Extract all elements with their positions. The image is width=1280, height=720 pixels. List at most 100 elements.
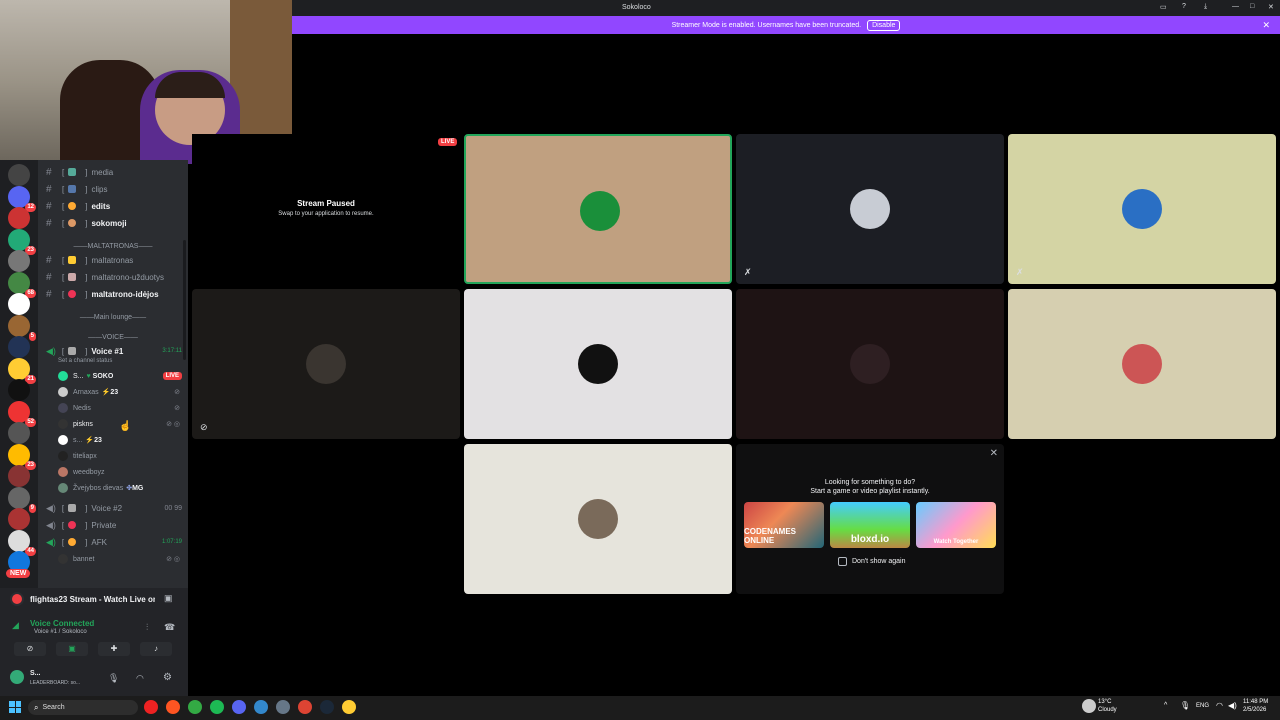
channel-edits[interactable]: #[] edits xyxy=(38,198,188,214)
maximize-icon[interactable]: □ xyxy=(1250,3,1254,10)
voice-channel-label[interactable]: Voice #1 / Sokoloco xyxy=(34,629,87,635)
server-icon[interactable] xyxy=(8,250,30,272)
channel-media[interactable]: #[] media xyxy=(38,164,188,180)
windows-start-icon[interactable] xyxy=(9,701,21,713)
scrollbar[interactable] xyxy=(183,240,186,360)
voice-user[interactable]: bannet ⊘ ◎ xyxy=(58,551,186,567)
help-icon[interactable]: ? xyxy=(1182,3,1186,10)
server-icon[interactable]: 21 xyxy=(8,357,36,384)
voice-channel-1[interactable]: ◀)[] Voice #1 3:17:11 xyxy=(38,343,188,359)
minimize-icon[interactable]: — xyxy=(1232,3,1239,10)
channel-maltatrono-uzduotys[interactable]: #[] maltatrono-užduotys xyxy=(38,269,188,285)
server-icon[interactable] xyxy=(8,164,30,186)
server-icon[interactable]: 9 xyxy=(8,486,36,513)
disconnect-icon[interactable]: ☎ xyxy=(164,622,175,633)
brave-icon[interactable] xyxy=(166,700,180,714)
channel-clips[interactable]: #[] clips xyxy=(38,181,188,197)
server-icon[interactable] xyxy=(8,465,30,487)
screen-share-button[interactable]: ▣ xyxy=(56,642,88,656)
participant-tile[interactable] xyxy=(464,289,732,439)
dont-show-checkbox[interactable] xyxy=(838,557,847,566)
signal-icon[interactable]: ◢ xyxy=(12,620,19,631)
voice-channel-afk[interactable]: ◀)[] AFK 1:07:19 xyxy=(38,534,188,550)
settings-icon[interactable]: ⚙ xyxy=(163,672,172,683)
server-icon[interactable] xyxy=(8,336,30,358)
channel-maltatronas[interactable]: #[] maltatronas xyxy=(38,252,188,268)
voice-channel-2[interactable]: ◀)[] Voice #2 00 99 xyxy=(38,500,188,516)
voice-user[interactable]: Žvejybos dievas ✤ MG xyxy=(58,480,186,496)
server-icon[interactable] xyxy=(8,508,30,530)
server-icon[interactable]: 12 xyxy=(8,185,36,212)
voice-user[interactable]: S... ♥ SOKO LIVE xyxy=(58,368,186,384)
cloudy-weather-icon[interactable] xyxy=(1082,699,1096,713)
opera-icon[interactable] xyxy=(144,700,158,714)
category-main-lounge[interactable]: —— Main lounge —— xyxy=(38,309,188,325)
chrome-icon[interactable] xyxy=(298,700,312,714)
participant-tile[interactable] xyxy=(464,134,732,284)
participant-tile[interactable] xyxy=(736,289,1004,439)
channel-status[interactable]: Set a channel status xyxy=(58,358,112,364)
game-watch-together[interactable]: Watch Together xyxy=(916,502,996,548)
server-icon[interactable]: 23 xyxy=(8,443,36,470)
notes-icon[interactable] xyxy=(342,700,356,714)
discord-icon[interactable] xyxy=(232,700,246,714)
participant-tile[interactable]: ✗ xyxy=(1008,134,1276,284)
language-indicator[interactable]: ENG xyxy=(1196,703,1209,709)
participant-tile[interactable] xyxy=(1008,289,1276,439)
edge-icon[interactable] xyxy=(254,700,268,714)
activities-button[interactable]: ✚ xyxy=(98,642,130,656)
server-icon[interactable] xyxy=(8,379,30,401)
inbox-icon[interactable]: ▭ xyxy=(1160,3,1167,11)
volume-icon[interactable]: ◀) xyxy=(1228,701,1237,710)
disable-button[interactable]: Disable xyxy=(867,19,901,31)
server-icon[interactable]: 23 xyxy=(8,228,36,255)
channel-sokomoji[interactable]: #[] sokomoji xyxy=(38,215,188,231)
user-avatar[interactable] xyxy=(10,670,24,684)
participant-tile[interactable] xyxy=(464,444,732,594)
microphone-icon[interactable]: 🎙 xyxy=(1180,701,1190,710)
close-icon[interactable]: ✕ xyxy=(1268,3,1274,11)
banner-close-icon[interactable]: ✕ xyxy=(1262,20,1270,31)
clock-date[interactable]: 2/5/2026 xyxy=(1243,707,1266,713)
game-bloxd[interactable]: bloxd.io xyxy=(830,502,910,548)
stream-paused-tile[interactable]: LIVE Stream Paused Swap to your applicat… xyxy=(192,134,460,284)
stream-title[interactable]: flightas23 Stream - Watch Live on ... xyxy=(30,595,155,604)
server-icon[interactable] xyxy=(8,207,30,229)
chrome-icon[interactable] xyxy=(188,700,202,714)
voice-user[interactable]: Nedis ⊘ xyxy=(58,400,186,416)
game-codenames[interactable]: CODENAMES ONLINE xyxy=(744,502,824,548)
steam-icon[interactable] xyxy=(320,700,334,714)
clock-time[interactable]: 11:48 PM xyxy=(1243,699,1268,705)
close-icon[interactable]: ✕ xyxy=(990,448,998,459)
app-icon[interactable] xyxy=(276,700,290,714)
participant-tile[interactable]: ⊘ xyxy=(192,289,460,439)
noise-suppression-icon[interactable]: ⫶ xyxy=(146,622,148,633)
wifi-icon[interactable]: ◠ xyxy=(1216,701,1223,710)
microphone-icon[interactable]: 🎙 xyxy=(108,673,119,684)
camera-button[interactable]: ⊘ xyxy=(14,642,46,656)
avatar xyxy=(58,554,68,564)
server-icon[interactable]: 52 xyxy=(8,400,36,427)
chevron-up-icon[interactable]: ^ xyxy=(1164,702,1167,709)
server-icon[interactable]: 68 xyxy=(8,271,36,298)
search-box[interactable]: ⌕ Search xyxy=(28,700,138,715)
server-icon[interactable] xyxy=(8,293,30,315)
stream-popout-icon[interactable]: ▣ xyxy=(164,593,173,604)
headphones-icon[interactable]: ◠ xyxy=(136,673,144,684)
banner-text: Streamer Mode is enabled. Usernames have… xyxy=(671,21,862,29)
server-icon[interactable] xyxy=(8,422,30,444)
hash-icon: # xyxy=(46,200,52,212)
server-icon[interactable]: 44 xyxy=(8,529,36,556)
voice-channel-private[interactable]: ◀)[] Private xyxy=(38,517,188,533)
participant-tile[interactable]: ✗ xyxy=(736,134,1004,284)
download-icon[interactable]: ⤓ xyxy=(1204,3,1207,11)
voice-user[interactable]: s... ⚡ 23 xyxy=(58,432,186,448)
voice-user[interactable]: titeliapx xyxy=(58,448,186,464)
channel-maltatrono-idejos[interactable]: #[] maltatrono-idėjos xyxy=(38,286,188,302)
spotify-icon[interactable] xyxy=(210,700,224,714)
voice-user[interactable]: Arnaxas ⚡ 23 ⊘ xyxy=(58,384,186,400)
soundboard-button[interactable]: ♪ xyxy=(140,642,172,656)
server-icon[interactable]: 5 xyxy=(8,314,36,341)
voice-user[interactable]: weedboyz xyxy=(58,464,186,480)
avatar xyxy=(58,451,68,461)
